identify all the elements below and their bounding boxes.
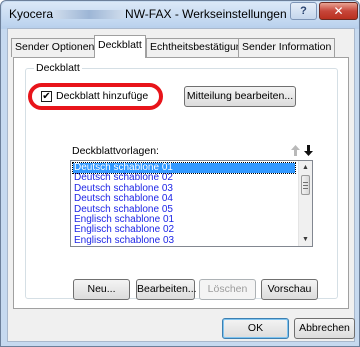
scroll-down-icon[interactable]: ▼ <box>299 233 312 246</box>
arrow-down-icon <box>304 145 313 156</box>
help-button[interactable]: ? <box>290 2 317 20</box>
arrow-up-icon <box>291 145 300 156</box>
scroll-up-icon[interactable]: ▲ <box>299 161 312 174</box>
redacted-region <box>54 10 125 20</box>
edit-message-button[interactable]: Mitteilung bearbeiten... <box>184 86 296 107</box>
move-down-button[interactable] <box>302 145 315 158</box>
tab-panel-deckblatt: Deckblatt ✔ Deckblatt hinzufüge Mitteilu… <box>13 57 349 309</box>
ok-button[interactable]: OK <box>222 318 289 339</box>
listbox-scrollbar[interactable]: ▲ ▼ <box>298 161 312 246</box>
group-title: Deckblatt <box>34 62 82 74</box>
tab-deckblatt[interactable]: Deckblatt <box>94 35 146 58</box>
templates-label: Deckblattvorlagen: <box>72 145 159 157</box>
list-item[interactable]: Englisch schablone 03 <box>73 235 295 246</box>
preview-button[interactable]: Vorschau <box>261 279 318 300</box>
title-suffix: NW-FAX - Werkseinstellungen <box>125 7 287 21</box>
edit-template-button[interactable]: Bearbeiten... <box>136 279 197 300</box>
tab-echtheitsbestaetigung[interactable]: Echtheitsbestätigung <box>146 38 252 57</box>
window-title: Kyocera NW-FAX - Werkseinstellungen <box>9 7 287 21</box>
close-button[interactable]: ✕ <box>319 2 358 20</box>
settings-dialog: Kyocera NW-FAX - Werkseinstellungen ? ✕ S… <box>0 0 360 347</box>
cancel-button[interactable]: Abbrechen <box>294 318 355 339</box>
dialog-body: Sender Optionen Deckblatt Echtheitsbestä… <box>7 28 355 342</box>
tab-sender-optionen[interactable]: Sender Optionen <box>11 38 99 57</box>
tab-sender-information[interactable]: Sender Information <box>238 38 336 57</box>
delete-template-button[interactable]: Löschen <box>199 279 256 300</box>
highlight-annotation <box>28 83 163 110</box>
move-up-button[interactable] <box>289 145 302 158</box>
templates-listbox[interactable]: Deutsch schablone 01 Deutsch schablone 02… <box>70 160 313 247</box>
scroll-thumb[interactable] <box>301 175 310 195</box>
new-template-button[interactable]: Neu... <box>73 279 130 300</box>
title-prefix: Kyocera <box>9 7 54 21</box>
list-item[interactable]: Deutsch schablone 04 <box>73 193 295 204</box>
templates-list: Deutsch schablone 01 Deutsch schablone 02… <box>72 161 296 246</box>
